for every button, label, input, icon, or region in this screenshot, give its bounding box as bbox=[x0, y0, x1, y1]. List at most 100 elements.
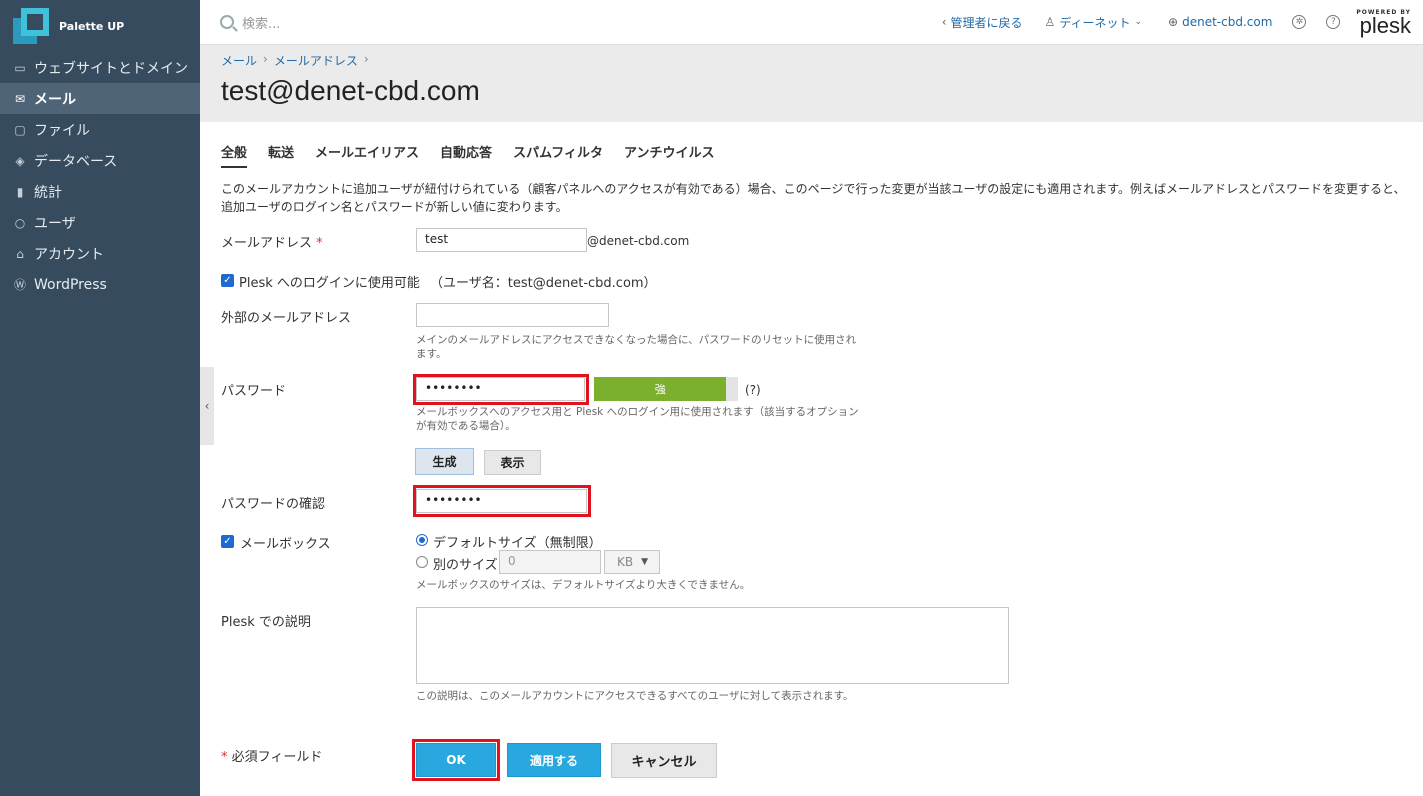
sidebar-item-label: ユーザ bbox=[34, 215, 76, 232]
search-input[interactable]: 検索... bbox=[242, 13, 280, 32]
tab-antivirus[interactable]: アンチウイルス bbox=[624, 142, 714, 168]
mailbox-checkbox[interactable]: ✓ bbox=[221, 535, 234, 548]
breadcrumb-email-addresses[interactable]: メールアドレス bbox=[274, 52, 358, 69]
sidebar-item-files[interactable]: ▢ ファイル bbox=[0, 114, 200, 145]
external-email-hint: メインのメールアドレスにアクセスできなくなった場合に、パスワードのリセットに使用… bbox=[416, 334, 857, 360]
description-textarea[interactable] bbox=[416, 607, 1009, 684]
other-size-input[interactable]: 0 bbox=[499, 550, 601, 574]
app-logo[interactable]: Palette UP bbox=[0, 0, 200, 52]
description-label: Plesk での説明 bbox=[221, 615, 311, 630]
domain-label: denet-cbd.com bbox=[1182, 15, 1273, 29]
external-email-input[interactable] bbox=[416, 303, 609, 327]
sidebar-item-label: 統計 bbox=[34, 184, 62, 201]
sidebar-item-label: アカウント bbox=[34, 246, 104, 263]
sidebar-item-label: WordPress bbox=[34, 276, 107, 293]
breadcrumb-separator-icon: › bbox=[363, 52, 369, 66]
tab-bar: 全般 転送 メールエイリアス 自動応答 スパムフィルタ アンチウイルス bbox=[221, 142, 736, 168]
globe-icon: ⊕ bbox=[1168, 15, 1179, 29]
password-strength-fill: 強 bbox=[594, 377, 727, 401]
search-icon bbox=[220, 15, 234, 29]
plesk-logo: POWERED BY plesk bbox=[1356, 9, 1411, 38]
email-input[interactable]: test bbox=[416, 228, 587, 252]
tab-autoreply[interactable]: 自動応答 bbox=[440, 142, 492, 168]
login-checkbox-text: Plesk へのログインに使用可能 bbox=[239, 276, 420, 291]
plesk-brand: plesk bbox=[1359, 12, 1411, 38]
domain-link[interactable]: ⊕ denet-cbd.com bbox=[1168, 15, 1272, 29]
password-hint: メールボックスへのアクセス用と Plesk へのログイン用に使用されます（該当す… bbox=[416, 406, 859, 432]
sidebar-item-users[interactable]: ○ ユーザ bbox=[0, 207, 200, 238]
account-icon: ⌂ bbox=[16, 246, 24, 261]
user-icon: ♙ bbox=[1044, 15, 1056, 29]
sidebar-item-wordpress[interactable]: Ⓦ WordPress bbox=[0, 269, 200, 300]
tab-aliases[interactable]: メールエイリアス bbox=[315, 142, 419, 168]
default-size-label: デフォルトサイズ（無制限） bbox=[433, 536, 602, 551]
password-strength-bar: 強 bbox=[594, 377, 738, 401]
mail-icon: ✉ bbox=[14, 91, 26, 106]
ok-button-highlight-box bbox=[412, 739, 500, 781]
size-unit-select[interactable]: KB ▼ bbox=[604, 550, 660, 574]
required-fields-note: * 必須フィールド bbox=[221, 746, 322, 765]
database-icon: ◈ bbox=[15, 153, 25, 168]
chevron-left-icon: ‹ bbox=[204, 399, 210, 413]
tab-spam-filter[interactable]: スパムフィルタ bbox=[513, 142, 603, 168]
required-mark: * bbox=[221, 750, 228, 765]
back-to-admin-label: 管理者に戻る bbox=[950, 15, 1023, 30]
tab-forwarding[interactable]: 転送 bbox=[268, 142, 294, 168]
required-mark: * bbox=[316, 236, 323, 251]
user-name: ディーネット bbox=[1059, 15, 1131, 30]
extensions-icon[interactable]: ✲ bbox=[1292, 15, 1307, 29]
user-menu[interactable]: ♙ ディーネット ⌄ bbox=[1045, 14, 1146, 31]
default-size-radio[interactable] bbox=[416, 534, 428, 546]
confirm-password-highlight-box bbox=[413, 485, 591, 517]
back-to-admin-link[interactable]: ‹ 管理者に戻る bbox=[942, 14, 1023, 31]
sidebar-item-account[interactable]: ⌂ アカウント bbox=[0, 238, 200, 269]
mailbox-hint: メールボックスのサイズは、デフォルトサイズより大きくできません。 bbox=[416, 579, 751, 591]
tab-general[interactable]: 全般 bbox=[221, 142, 248, 168]
apply-button[interactable]: 適用する bbox=[507, 743, 601, 777]
search-box[interactable]: 検索... bbox=[200, 13, 920, 32]
other-size-radio[interactable] bbox=[416, 556, 428, 568]
intro-text: このメールアカウントに追加ユーザが紐付けられている（顧客パネルへのアクセスが有効… bbox=[221, 182, 1406, 214]
mailbox-label: メールボックス bbox=[240, 537, 331, 552]
app-name: Palette UP bbox=[59, 19, 125, 33]
password-help-icon[interactable]: (?) bbox=[745, 383, 761, 397]
other-size-label: 別のサイズ bbox=[433, 558, 498, 573]
topbar: 検索... ‹ 管理者に戻る ♙ ディーネット ⌄ ⊕ denet-cbd.co… bbox=[200, 0, 1423, 45]
page-header: メール › メールアドレス › test@denet-cbd.com bbox=[200, 45, 1423, 122]
login-checkbox-label: Plesk へのログインに使用可能 （ユーザ名：test@denet-cbd.c… bbox=[239, 272, 657, 291]
sidebar-item-statistics[interactable]: ▮ 統計 bbox=[0, 176, 200, 207]
generate-password-button[interactable]: 生成 bbox=[415, 448, 474, 475]
external-email-label: 外部のメールアドレス bbox=[221, 311, 352, 326]
login-username-note: （ユーザ名：test@denet-cbd.com） bbox=[430, 276, 657, 291]
palette-logo-icon bbox=[13, 8, 49, 44]
show-password-button[interactable]: 表示 bbox=[484, 450, 541, 475]
required-fields-text: 必須フィールド bbox=[231, 750, 323, 765]
sidebar-collapse-handle[interactable]: ‹ bbox=[200, 367, 214, 445]
login-checkbox[interactable]: ✓ bbox=[221, 274, 234, 287]
email-label: メールアドレス * bbox=[221, 232, 323, 251]
page-title: test@denet-cbd.com bbox=[221, 75, 480, 106]
user-icon: ○ bbox=[14, 215, 26, 230]
confirm-password-label: パスワードの確認 bbox=[221, 497, 326, 512]
email-label-text: メールアドレス bbox=[221, 236, 313, 251]
email-domain: @denet-cbd.com bbox=[587, 234, 690, 248]
cancel-button[interactable]: キャンセル bbox=[611, 743, 717, 778]
chevron-down-icon: ▼ bbox=[641, 557, 649, 567]
breadcrumb-mail[interactable]: メール bbox=[221, 52, 257, 69]
breadcrumb: メール › メールアドレス › bbox=[221, 52, 375, 69]
sidebar-item-databases[interactable]: ◈ データベース bbox=[0, 145, 200, 176]
wordpress-icon: Ⓦ bbox=[13, 278, 26, 292]
sidebar-item-label: ファイル bbox=[34, 122, 90, 139]
breadcrumb-separator-icon: › bbox=[263, 52, 268, 66]
sidebar-item-label: ウェブサイトとドメイン bbox=[34, 60, 188, 77]
chevron-left-icon: ‹ bbox=[941, 15, 947, 29]
size-unit-value: KB bbox=[617, 555, 634, 569]
password-label: パスワード bbox=[221, 384, 287, 399]
sidebar-item-websites[interactable]: ▭ ウェブサイトとドメイン bbox=[0, 52, 200, 83]
monitor-icon: ▭ bbox=[14, 60, 26, 75]
sidebar-item-mail[interactable]: ✉ メール bbox=[0, 83, 200, 114]
help-icon[interactable]: ? bbox=[1326, 15, 1341, 29]
folder-icon: ▢ bbox=[14, 122, 26, 137]
sidebar-item-label: データベース bbox=[34, 153, 118, 170]
sidebar-item-label: メール bbox=[34, 91, 76, 108]
